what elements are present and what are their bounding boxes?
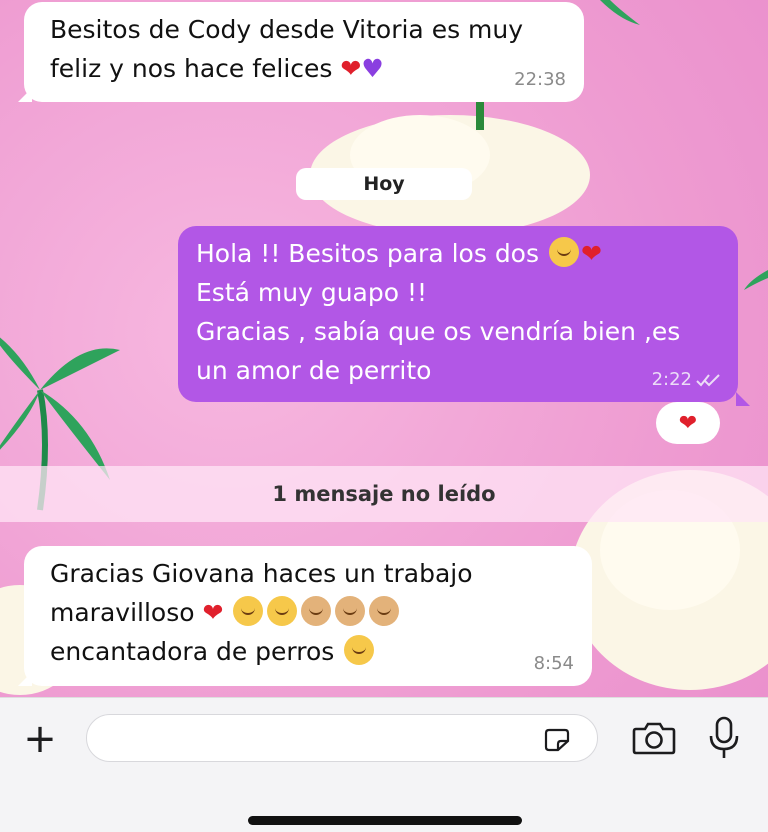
- red-heart-emoji: ❤: [202, 598, 224, 627]
- message-time: 2:22: [651, 369, 692, 390]
- message-line: feliz y nos hace felices: [50, 54, 333, 83]
- bubble-tail: [18, 88, 32, 102]
- red-heart-emoji: ❤: [580, 239, 602, 268]
- double-check-read-icon: [696, 374, 720, 387]
- face-blowing-kiss-emoji: [267, 596, 298, 626]
- bubble-tail: [736, 392, 750, 406]
- microphone-icon[interactable]: [706, 716, 742, 760]
- message-text: Besitos de Cody desde Vitoria es muy fel…: [50, 10, 562, 88]
- smiling-face-with-hearts-emoji: [344, 635, 375, 665]
- message-line: maravilloso: [50, 598, 195, 627]
- bubble-tail: [18, 672, 32, 686]
- message-reaction[interactable]: ❤: [656, 402, 720, 444]
- purple-heart-emoji: ♥: [361, 54, 384, 83]
- smiling-face-with-hearts-emoji: [548, 237, 579, 267]
- message-bubble-incoming[interactable]: Gracias Giovana haces un trabajo maravil…: [24, 546, 592, 686]
- message-text: Gracias Giovana haces un trabajo maravil…: [50, 554, 570, 671]
- palm-tree-decoration: [600, 0, 640, 25]
- message-time: 8:54: [533, 653, 574, 674]
- palm-tree-decoration: [744, 270, 768, 290]
- dog-face-emoji: [335, 596, 366, 626]
- unread-messages-banner: 1 mensaje no leído: [0, 466, 768, 522]
- message-line: encantadora de perros: [50, 637, 335, 666]
- red-heart-emoji: ❤: [340, 54, 362, 83]
- sticker-icon[interactable]: [544, 728, 570, 752]
- message-line: un amor de perrito: [196, 356, 432, 385]
- message-line: Besitos de Cody desde Vitoria es muy: [50, 15, 524, 44]
- red-heart-emoji: ❤: [678, 410, 698, 436]
- message-line: Gracias Giovana haces un trabajo: [50, 559, 473, 588]
- dog-face-emoji: [301, 596, 332, 626]
- message-composer: +: [0, 697, 768, 832]
- ice-cream-decoration: [310, 100, 590, 235]
- message-line: Hola !! Besitos para los dos: [196, 239, 540, 268]
- message-bubble-incoming[interactable]: Besitos de Cody desde Vitoria es muy fel…: [24, 2, 584, 102]
- message-line: Gracias , sabía que os vendría bien ,es: [196, 317, 681, 346]
- message-input[interactable]: [86, 714, 598, 762]
- home-indicator[interactable]: [248, 816, 522, 825]
- plus-icon[interactable]: +: [22, 719, 58, 759]
- message-time: 22:38: [514, 69, 566, 90]
- message-bubble-outgoing[interactable]: Hola !! Besitos para los dos ❤ Está muy …: [178, 226, 738, 402]
- message-text: Hola !! Besitos para los dos ❤ Está muy …: [196, 234, 716, 390]
- dog-face-emoji: [369, 596, 400, 626]
- camera-icon[interactable]: [632, 720, 676, 756]
- face-blowing-kiss-emoji: [233, 596, 264, 626]
- message-line: Está muy guapo !!: [196, 278, 428, 307]
- date-separator: Hoy: [296, 168, 472, 200]
